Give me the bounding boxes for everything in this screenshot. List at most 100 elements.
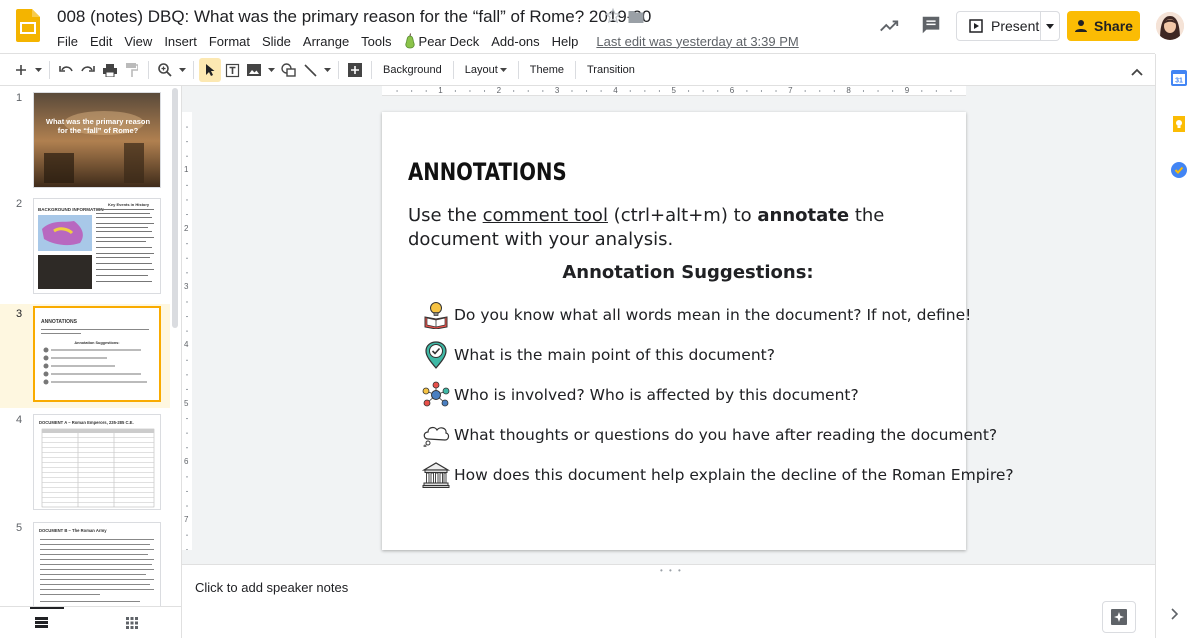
ruler-tick — [186, 359, 188, 361]
book-lightbulb-icon — [422, 301, 450, 329]
transition-button[interactable]: Transition — [581, 58, 641, 82]
background-button[interactable]: Background — [377, 58, 448, 82]
ruler-tick — [186, 505, 188, 507]
suggestion-text: What thoughts or questions do you have a… — [454, 426, 998, 444]
keep-icon[interactable] — [1171, 116, 1187, 132]
current-slide[interactable]: ANNOTATIONS Use the comment tool (ctrl+a… — [382, 112, 1014, 550]
ruler-label: 5 — [671, 86, 676, 95]
speaker-notes[interactable]: Click to add speaker notes — [195, 580, 348, 595]
ruler-tick — [186, 432, 188, 434]
menu-addons[interactable]: Add-ons — [491, 34, 539, 49]
ruler-tick — [396, 90, 398, 92]
slide-number: 4 — [16, 414, 23, 426]
menu-insert[interactable]: Insert — [164, 34, 197, 49]
suggestions-title[interactable]: Annotation Suggestions: — [382, 262, 966, 283]
menu-tools[interactable]: Tools — [361, 34, 391, 49]
list-view-icon[interactable] — [35, 617, 48, 628]
layout-button[interactable]: Layout — [459, 58, 513, 82]
undo-button[interactable] — [55, 58, 77, 82]
slides-logo-icon[interactable] — [16, 9, 40, 42]
intro-bold-annotate: annotate — [757, 205, 850, 226]
grid-view-icon[interactable] — [126, 617, 138, 629]
slide-3-graphics — [41, 329, 149, 385]
line-options-button[interactable] — [321, 58, 333, 82]
ruler-ticks — [186, 126, 188, 550]
tasks-icon[interactable] — [1171, 162, 1187, 178]
ruler-tick — [411, 90, 413, 92]
vertical-ruler[interactable]: 1 2 3 4 5 6 7 — [182, 112, 192, 550]
explore-button[interactable] — [1102, 601, 1136, 633]
menu-slide[interactable]: Slide — [262, 34, 291, 49]
image-options-button[interactable] — [265, 58, 277, 82]
select-tool-button[interactable] — [199, 58, 221, 82]
slide-thumbnail-3[interactable]: ANNOTATIONS Annotation Suggestions: — [33, 306, 161, 402]
ruler-tick — [819, 90, 821, 92]
menu-format[interactable]: Format — [209, 34, 250, 49]
paint-format-button[interactable] — [121, 58, 143, 82]
suggestion-text: What is the main point of this document? — [454, 346, 775, 364]
suggestion-item[interactable]: What thoughts or questions do you have a… — [422, 420, 997, 450]
user-avatar[interactable] — [1156, 12, 1184, 40]
menu-arrange[interactable]: Arrange — [303, 34, 349, 49]
menu-view[interactable]: View — [124, 34, 152, 49]
present-options-button[interactable] — [1041, 12, 1059, 40]
menu-bar: File Edit View Insert Format Slide Arran… — [57, 32, 799, 50]
chevron-right-icon[interactable] — [1170, 608, 1178, 620]
ruler-tick — [186, 388, 188, 390]
zoom-button[interactable] — [154, 58, 176, 82]
slide-thumbnail-2[interactable]: BACKGROUND INFORMATION Key Events in His… — [33, 198, 161, 294]
collapse-menus-button[interactable] — [1131, 60, 1143, 84]
ruler-label: 3 — [554, 86, 560, 95]
folder-icon[interactable] — [627, 9, 645, 25]
ruler-label: 2 — [184, 223, 189, 233]
shape-icon — [280, 63, 296, 77]
redo-button[interactable] — [77, 58, 99, 82]
suggestion-item[interactable]: How does this document help explain the … — [422, 460, 1014, 490]
line-button[interactable] — [299, 58, 321, 82]
slide-intro-text[interactable]: Use the comment tool (ctrl+alt+m) to ann… — [408, 204, 948, 252]
star-icon[interactable] — [604, 7, 622, 25]
suggestion-item[interactable]: Do you know what all words mean in the d… — [422, 300, 971, 330]
slide-thumbnail-1[interactable]: What was the primary reason for the “fal… — [33, 92, 161, 188]
plus-icon — [16, 65, 26, 75]
comment-tool-link[interactable]: comment tool — [483, 205, 608, 226]
new-slide-button[interactable] — [10, 58, 32, 82]
filmstrip-scrollbar[interactable] — [172, 88, 178, 328]
ruler-label: 6 — [729, 86, 735, 95]
last-edit-link[interactable]: Last edit was yesterday at 3:39 PM — [596, 34, 798, 49]
suggestion-item[interactable]: Who is involved? Who is affected by this… — [422, 380, 859, 410]
slide-heading[interactable]: ANNOTATIONS — [408, 158, 567, 186]
ruler-tick — [629, 90, 631, 92]
menu-help[interactable]: Help — [552, 34, 579, 49]
ruler-tick — [186, 199, 188, 201]
slide-filmstrip[interactable]: 1 What was the primary reason for the “f… — [0, 86, 181, 606]
drag-handle-icon[interactable]: • • • — [660, 566, 683, 575]
menu-file[interactable]: File — [57, 34, 78, 49]
text-box-button[interactable] — [221, 58, 243, 82]
new-slide-options-button[interactable] — [32, 58, 44, 82]
present-button[interactable]: Present — [957, 12, 1042, 40]
slide-thumbnail-5[interactable]: DOCUMENT B – The Roman Army — [33, 522, 161, 606]
menu-edit[interactable]: Edit — [90, 34, 112, 49]
toolbar-separator — [452, 61, 454, 79]
add-comment-button[interactable] — [344, 58, 366, 82]
activity-trend-icon[interactable] — [878, 15, 900, 37]
theme-button[interactable]: Theme — [524, 58, 570, 82]
ruler-tick — [804, 90, 806, 92]
ruler-tick — [746, 90, 748, 92]
horizontal-ruler[interactable]: 1 2 3 4 5 6 7 8 9 — [382, 86, 966, 96]
menu-pear-deck[interactable]: Pear Deck — [404, 33, 479, 49]
calendar-icon[interactable]: 31 — [1171, 70, 1187, 86]
zoom-options-button[interactable] — [176, 58, 188, 82]
suggestion-item[interactable]: What is the main point of this document? — [422, 340, 775, 370]
comment-icon[interactable] — [920, 14, 942, 36]
ruler-tick — [186, 490, 188, 492]
ruler-tick — [950, 90, 952, 92]
share-button[interactable]: Share — [1067, 11, 1140, 41]
document-title[interactable]: 008 (notes) DBQ: What was the primary re… — [57, 7, 651, 27]
insert-image-button[interactable] — [243, 58, 265, 82]
ruler-tick — [702, 90, 704, 92]
print-button[interactable] — [99, 58, 121, 82]
shape-button[interactable] — [277, 58, 299, 82]
slide-thumbnail-4[interactable]: DOCUMENT A – Roman Emperors, 235-285 C.E… — [33, 414, 161, 510]
